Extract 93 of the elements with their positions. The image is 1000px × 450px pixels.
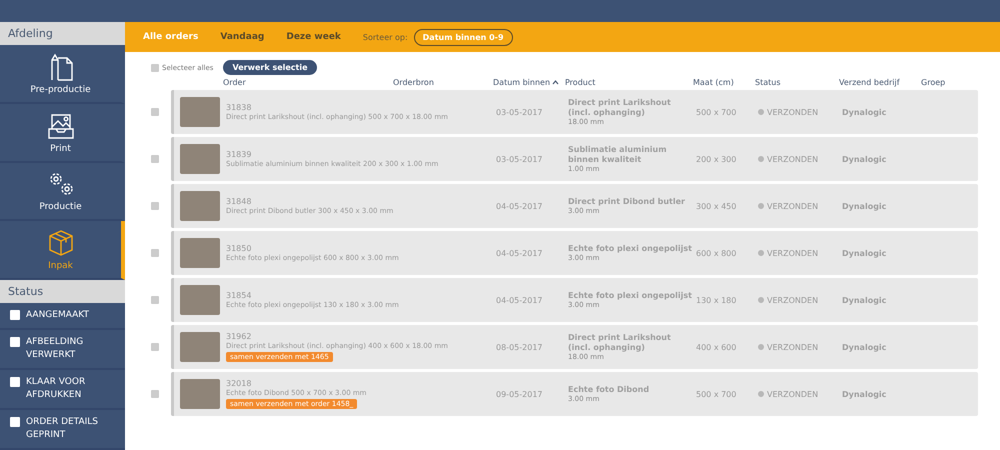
checkbox[interactable] [151, 155, 159, 163]
column-header[interactable]: Product [565, 78, 693, 87]
carrier-text: Dynalogic [842, 296, 888, 304]
status-dot-icon [758, 344, 764, 350]
order-number: 31839 [226, 150, 252, 158]
status-dot-icon [758, 297, 764, 303]
status-dot-icon [758, 203, 764, 209]
department-item[interactable]: Pre-productie [0, 45, 125, 104]
size-text: 500 x 700 [696, 108, 738, 116]
section-heading: Status [0, 280, 125, 303]
product-name: Echte foto plexi ongepolijst [568, 291, 693, 301]
photo-placeholder [180, 379, 220, 409]
sort-label: Sorteer op: [362, 32, 408, 42]
date-text: 08-05-2017 [496, 342, 544, 352]
checkbox[interactable] [151, 390, 159, 398]
status-label: ORDER DETAILS GEPRINT [26, 416, 100, 442]
status-dot-icon [758, 391, 764, 397]
carrier-text: Dynalogic [842, 342, 888, 352]
department-label: Inpak [48, 261, 73, 272]
status-text: VERZONDEN [767, 390, 818, 398]
carrier-text: Dynalogic [842, 154, 888, 164]
status-text: VERZONDEN [767, 108, 818, 116]
size-text: 300 x 450 [696, 202, 738, 210]
order-number: 31962 [226, 332, 252, 341]
department-item[interactable]: Print [0, 104, 125, 162]
date-text: 04-05-2017 [496, 202, 544, 210]
status-text: VERZONDEN [767, 342, 818, 352]
size-text: 400 x 600 [696, 342, 738, 352]
order-number: 31838 [226, 102, 252, 112]
size-text: 200 x 300 [696, 154, 738, 164]
order-number: 32018 [226, 379, 252, 388]
product-name: Sublimatie aluminium binnen kwaliteit [568, 145, 668, 165]
checkbox[interactable] [10, 337, 20, 347]
department-label: Print [50, 144, 71, 154]
date-text: 03-05-2017 [496, 154, 544, 164]
column-header[interactable]: Datum binnen [493, 78, 565, 87]
section-heading: Afdeling [0, 22, 125, 45]
checkbox[interactable] [151, 343, 159, 351]
carrier-text: Dynalogic [842, 248, 888, 258]
column-header[interactable]: Verzend bedrijf [839, 78, 921, 87]
status-label: AANGEMAAKT [26, 309, 89, 322]
checkbox[interactable] [151, 64, 159, 72]
column-header[interactable]: Status [755, 78, 839, 87]
product-name: Direct print Larikshout (incl. ophanging) [568, 98, 672, 118]
date-text: 04-05-2017 [496, 248, 544, 258]
carrier-text: Dynalogic [842, 108, 888, 116]
carrier-text: Dynalogic [842, 390, 888, 398]
checkbox[interactable] [151, 108, 159, 116]
checkbox[interactable] [10, 377, 20, 387]
status-text: VERZONDEN [767, 202, 818, 210]
column-header[interactable]: Orderbron [393, 78, 493, 87]
date-text: 09-05-2017 [496, 390, 544, 398]
date-text: 04-05-2017 [496, 296, 544, 304]
status-dot-icon [758, 109, 764, 115]
department-label: Pre-productie [30, 84, 91, 95]
photo-placeholder [180, 191, 220, 221]
size-text: 500 x 700 [696, 390, 738, 398]
checkbox[interactable] [151, 202, 159, 210]
photo-placeholder [180, 238, 220, 268]
status-text: VERZONDEN [767, 248, 818, 258]
photo-placeholder [180, 97, 220, 127]
process-selection-button[interactable]: Verwerk selectie [223, 60, 317, 75]
product-name: Echte foto plexi ongepolijst [568, 244, 693, 254]
product-name: Direct print Dibond butler [568, 197, 686, 207]
status-label: AFBEELDING VERWERKT [26, 336, 84, 362]
status-dot-icon [758, 156, 764, 162]
filter-tab[interactable]: Deze week [286, 32, 341, 42]
status-text: VERZONDEN [767, 154, 818, 164]
status-label: KLAAR VOOR AFDRUKKEN [26, 376, 86, 402]
order-number: 31848 [226, 196, 252, 206]
order-number: 31850 [226, 244, 252, 252]
filter-tab[interactable]: Vandaag [220, 32, 264, 42]
checkbox[interactable] [151, 249, 159, 257]
checkbox[interactable] [10, 417, 20, 427]
column-header[interactable]: Groep [921, 78, 957, 87]
product-name: Echte foto Dibond [568, 385, 650, 395]
photo-placeholder [180, 285, 220, 315]
department-item[interactable]: Productie [0, 162, 125, 222]
checkbox[interactable] [10, 310, 20, 320]
column-header[interactable]: Maat (cm) [693, 78, 755, 87]
status-text: VERZONDEN [767, 296, 818, 304]
department-label: Productie [39, 202, 82, 212]
size-text: 600 x 800 [696, 248, 738, 258]
checkbox[interactable] [151, 296, 159, 304]
product-name: Direct print Larikshout (incl. ophanging) [568, 333, 672, 353]
column-header[interactable]: Order [223, 78, 393, 87]
order-number: 31854 [226, 290, 252, 300]
size-text: 130 x 180 [696, 296, 738, 304]
status-dot-icon [758, 250, 764, 256]
date-text: 03-05-2017 [496, 108, 544, 116]
carrier-text: Dynalogic [842, 202, 888, 210]
photo-placeholder [180, 332, 220, 362]
photo-placeholder [180, 144, 220, 174]
